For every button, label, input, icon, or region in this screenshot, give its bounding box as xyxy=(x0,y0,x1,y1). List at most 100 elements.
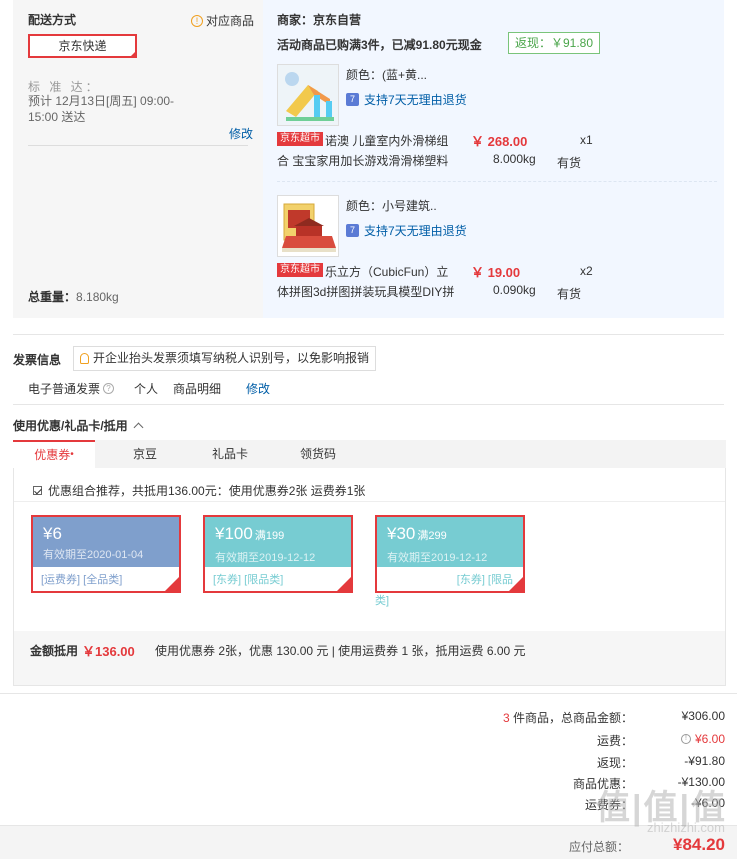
return-policy: 7 支持7天无理由退货 xyxy=(346,91,467,108)
item-price: ￥ 268.00 xyxy=(471,134,528,149)
divider xyxy=(0,693,737,694)
item-qty: x1 xyxy=(580,133,593,147)
divider xyxy=(13,334,724,335)
combo-recommendation[interactable]: 优惠组合推荐，共抵用136.00元：使用优惠券2张 运费券1张 xyxy=(33,482,365,499)
coupon-threshold: 满299 xyxy=(417,530,447,542)
promo-text: 活动商品已购满3件，已减91.80元现金 xyxy=(277,38,482,52)
summary-coupon: 商品优惠： -¥130.00 xyxy=(425,775,725,793)
lightbulb-icon xyxy=(80,353,89,364)
summary-goods-label: 3 件商品，总商品金额： xyxy=(503,709,633,726)
chevron-up-icon xyxy=(133,422,144,433)
divider xyxy=(28,145,248,146)
merchant-name: 商家：京东自营 xyxy=(277,13,362,27)
cart-item: 颜色：(蓝+黄... 7 支持7天无理由退货 诺澳 儿童室内外滑梯组合 宝宝家用… xyxy=(277,64,717,174)
item-weight: 0.090kg xyxy=(493,283,536,297)
order-block: 配送方式 ! 对应商品 京东快递 标 准 达： 预计 12月13日[周五] 09… xyxy=(13,0,724,318)
coupon-face: ¥30 满299 有效期至2019-12-12 xyxy=(377,517,523,567)
coupon-face: ¥6 有效期至2020-01-04 xyxy=(33,517,179,567)
match-goods-link[interactable]: ! 对应商品 xyxy=(191,12,254,29)
return-policy: 7 支持7天无理由退货 xyxy=(346,222,467,239)
checkbox[interactable] xyxy=(33,486,42,495)
return-icon: 7 xyxy=(346,93,359,106)
total-weight-label: 总重量： xyxy=(28,290,77,304)
item-count: 3 xyxy=(502,711,510,725)
match-goods-label: 对应商品 xyxy=(206,14,255,28)
coupon-validity: 有效期至2020-01-04 xyxy=(43,549,144,561)
coupon-card[interactable]: ¥6 有效期至2020-01-04 [运费券] [全品类] xyxy=(31,515,181,593)
coupon-face: ¥100 满199 有效期至2019-12-12 xyxy=(205,517,351,567)
cart-item: 颜色：小号建筑.. 7 支持7天无理由退货 乐立方（CubicFun）立体拼图3… xyxy=(277,195,717,305)
divider xyxy=(14,501,725,502)
tab-coupons[interactable]: 优惠券• xyxy=(13,440,95,468)
item-count-suffix: 件商品，总商品金额： xyxy=(509,711,633,725)
coupon-amount: ¥100 xyxy=(215,524,253,543)
shipping-method-option[interactable]: 京东快递 xyxy=(28,34,137,58)
tab-dot: • xyxy=(70,449,74,460)
return-icon: 7 xyxy=(346,224,359,237)
deduction-summary: 金额抵用 ￥136.00 使用优惠券 2张，优惠 130.00 元 | 使用运费… xyxy=(14,631,725,685)
info-icon[interactable]: ! xyxy=(680,734,691,744)
return-policy-label: 支持7天无理由退货 xyxy=(364,93,467,107)
rebate-badge: 返现：￥91.80 xyxy=(508,32,601,54)
tab-gift-card[interactable]: 礼品卡 xyxy=(197,440,263,468)
total-weight: 总重量：8.180kg xyxy=(28,288,119,305)
summary-freight-coupon-value: -¥6.00 xyxy=(690,796,725,810)
shipping-edit-link[interactable]: 修改 xyxy=(229,125,253,142)
coupon-categories: [运费券] [全品类] xyxy=(41,574,123,586)
coupon-card[interactable]: ¥100 满199 有效期至2019-12-12 [东券] [限品类] xyxy=(203,515,353,593)
coupon-card[interactable]: ¥30 满299 有效期至2019-12-12 [东券] [限品 xyxy=(375,515,525,593)
item-color: 颜色：(蓝+黄... xyxy=(346,68,428,82)
selected-corner-icon xyxy=(509,577,523,591)
deduction-amount: ￥136.00 xyxy=(82,644,135,659)
summary-freight-coupon: 运费券： -¥6.00 xyxy=(425,796,725,814)
coupon-panel: 优惠组合推荐，共抵用136.00元：使用优惠券2张 运费券1张 ¥6 有效期至2… xyxy=(13,468,726,686)
summary-shipping-value-wrap: ! ¥6.00 xyxy=(680,732,725,746)
coupon-section-toggle[interactable]: 使用优惠/礼品卡/抵用 xyxy=(13,417,144,434)
invoice-type: 电子普通发票 ? xyxy=(28,380,115,397)
shipping-title: 配送方式 xyxy=(28,13,77,27)
payable-value: ¥84.20 xyxy=(673,835,725,854)
coupon-section-title: 使用优惠/礼品卡/抵用 xyxy=(13,419,128,433)
summary-coupon-value: -¥130.00 xyxy=(677,775,725,789)
item-price: ￥ 19.00 xyxy=(471,265,521,280)
summary-freight-coupon-label: 运费券： xyxy=(584,798,633,812)
summary-goods-value: ¥306.00 xyxy=(681,709,725,723)
payable-label: 应付总额： xyxy=(568,840,629,854)
item-stock: 有货 xyxy=(557,287,582,301)
tab-label: 优惠券 xyxy=(34,448,71,462)
invoice-tip-text: 开企业抬头发票须填写纳税人识别号，以免影响报销 xyxy=(93,351,370,365)
invoice-edit-link[interactable]: 修改 xyxy=(246,380,270,397)
item-qty: x2 xyxy=(580,264,593,278)
tab-redeem-code[interactable]: 领货码 xyxy=(285,440,351,468)
selected-corner-icon xyxy=(165,577,179,591)
coupon-categories-overflow: 类] xyxy=(375,595,390,607)
coupon-amount: ¥6 xyxy=(43,524,62,543)
summary-goods-total: 3 件商品，总商品金额： ¥306.00 xyxy=(425,709,725,727)
item-weight: 8.000kg xyxy=(493,152,536,166)
coupon-validity: 有效期至2019-12-12 xyxy=(387,552,488,564)
summary-coupon-label: 商品优惠： xyxy=(572,777,633,791)
invoice-title: 发票信息 xyxy=(13,353,62,367)
product-image-slide[interactable] xyxy=(277,64,339,126)
invoice-tip: 开企业抬头发票须填写纳税人识别号，以免影响报销 xyxy=(73,346,377,371)
coupon-tabs: 优惠券• 京豆 礼品卡 领货码 xyxy=(13,440,726,468)
shipping-column: 配送方式 ! 对应商品 京东快递 标 准 达： 预计 12月13日[周五] 09… xyxy=(13,0,263,318)
summary-shipping-label: 运费： xyxy=(596,734,633,748)
goods-column: 商家：京东自营 活动商品已购满3件，已减91.80元现金 返现：￥91.80 颜… xyxy=(263,0,724,318)
tab-jd-beans[interactable]: 京豆 xyxy=(117,440,173,468)
warning-icon: ! xyxy=(191,14,203,27)
jd-supermarket-tag: 京东超市 xyxy=(277,263,323,277)
coupon-amount: ¥30 xyxy=(387,524,416,543)
divider xyxy=(13,404,724,405)
product-image-puzzle[interactable] xyxy=(277,195,339,257)
coupon-threshold: 满199 xyxy=(254,530,285,542)
item-stock: 有货 xyxy=(557,156,582,170)
total-weight-value: 8.180kg xyxy=(76,290,119,304)
invoice-content: 商品明细 xyxy=(173,382,222,396)
deduction-label: 金额抵用 xyxy=(30,644,79,658)
help-icon[interactable]: ? xyxy=(103,383,115,394)
return-policy-label: 支持7天无理由退货 xyxy=(364,224,467,238)
invoice-type-label: 电子普通发票 xyxy=(28,382,101,396)
delivery-eta: 预计 12月13日[周五] 09:00-15:00 送达 xyxy=(28,94,175,124)
slide-illustration xyxy=(278,65,338,125)
